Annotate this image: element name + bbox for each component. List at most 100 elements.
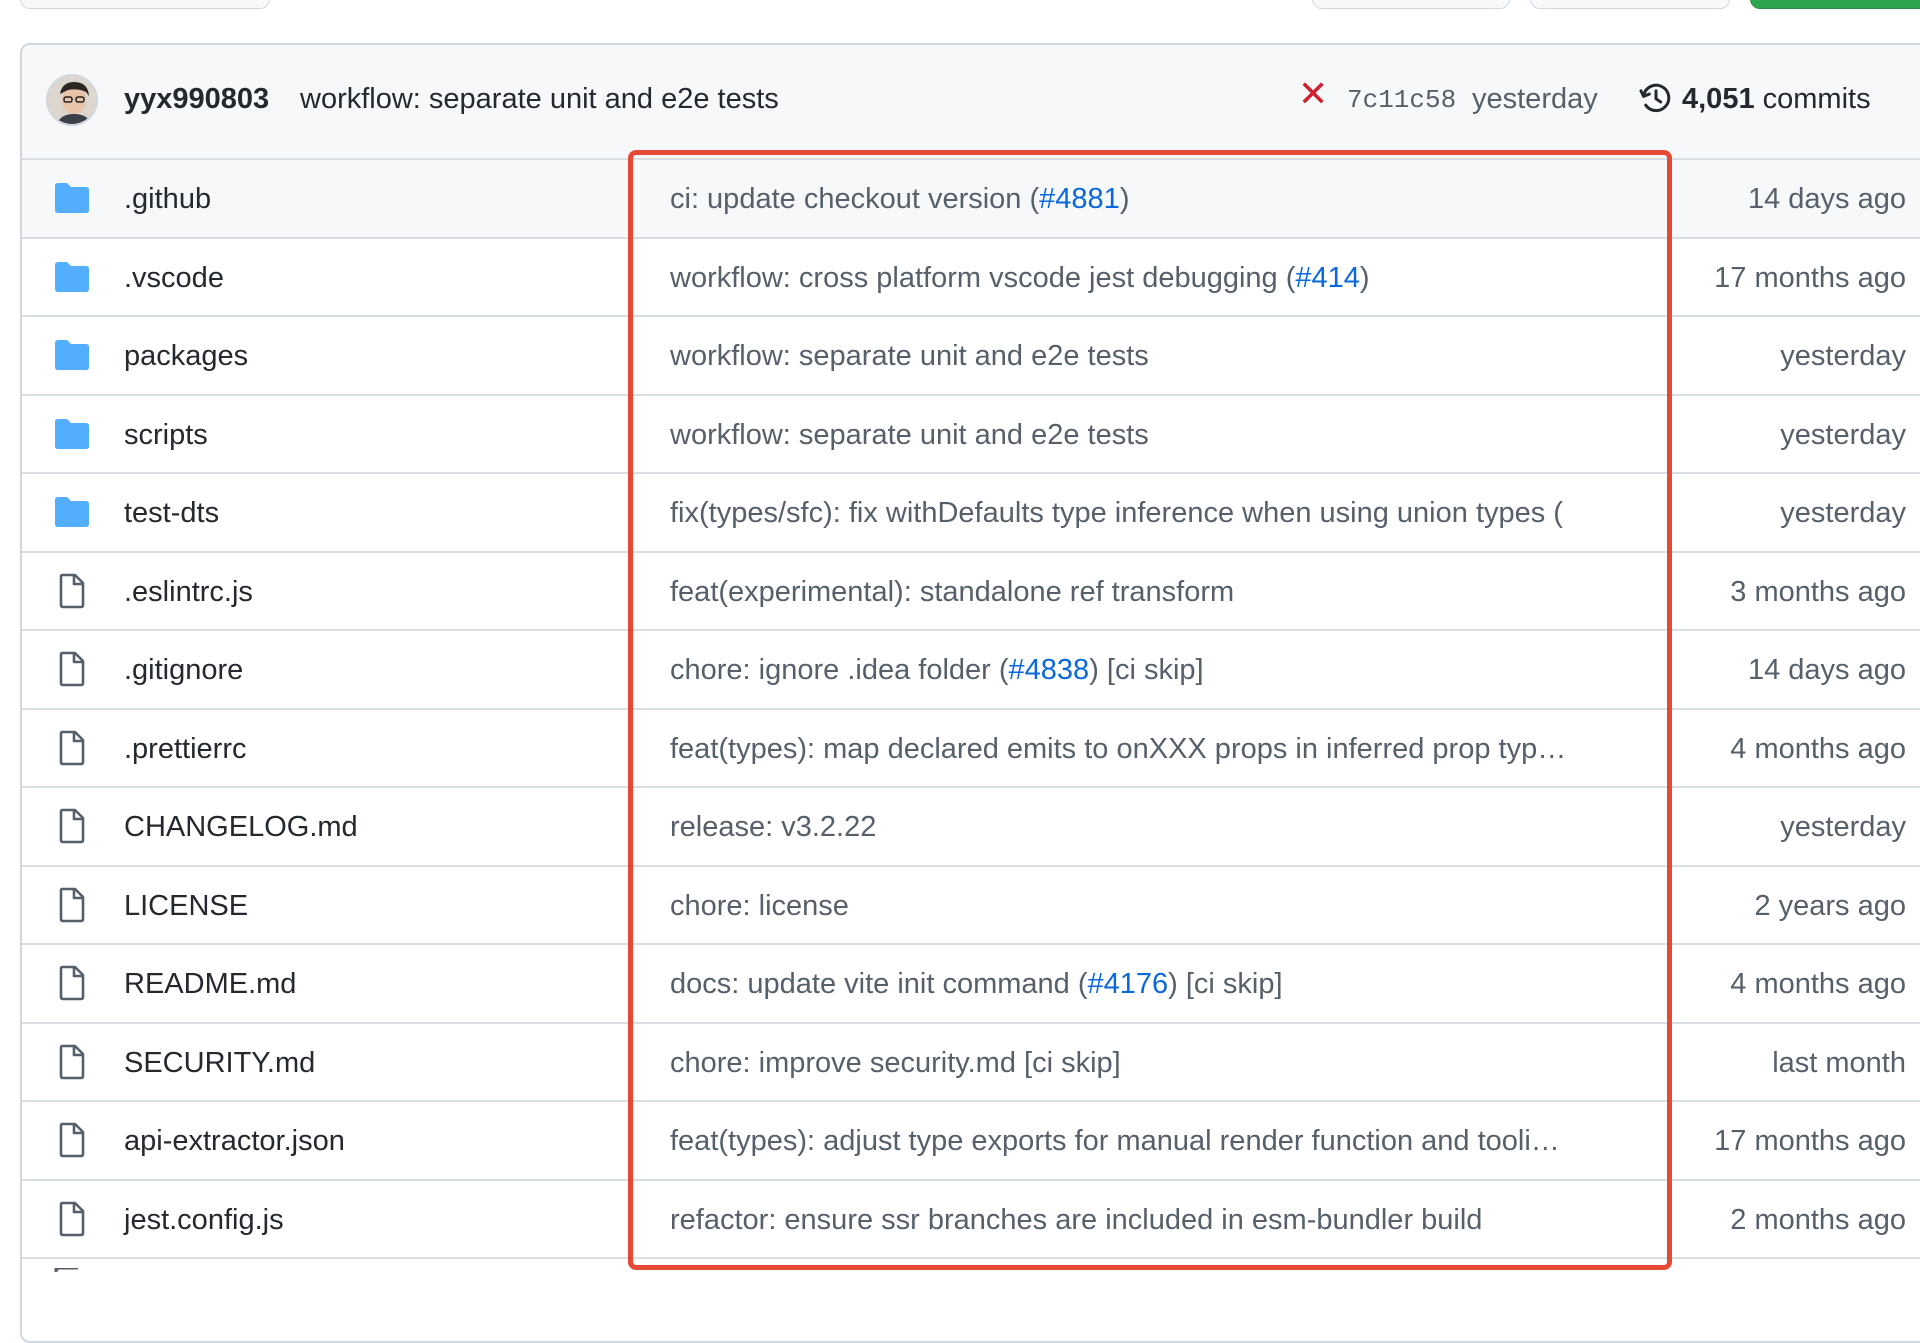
file-icon: [59, 1044, 85, 1079]
file-name-link[interactable]: api-extractor.json: [124, 1125, 345, 1158]
file-list: .github ci: update checkout version (#488…: [22, 160, 1920, 1259]
file-name-link[interactable]: .eslintrc.js: [124, 576, 253, 609]
pull-request-link[interactable]: #414: [1295, 262, 1360, 294]
file-icon: [59, 573, 85, 608]
file-icon: [54, 1268, 78, 1273]
file-row: CHANGELOG.md release: v3.2.22 yesterday: [22, 788, 1920, 867]
pull-request-link[interactable]: #4176: [1087, 968, 1168, 1000]
commit-message-text: refactor: ensure ssr branches are includ…: [670, 1203, 1483, 1236]
file-icon: [59, 730, 85, 765]
commit-age: yesterday: [1780, 811, 1906, 843]
commit-message-link[interactable]: fix(types/sfc): fix withDefaults type in…: [670, 497, 1650, 530]
file-name-link[interactable]: scripts: [124, 419, 208, 452]
commit-age: yesterday: [1780, 418, 1906, 451]
pull-request-link[interactable]: #4838: [1009, 654, 1090, 686]
commit-message-text: chore: improve security.md [ci skip]: [670, 1046, 1121, 1079]
file-row: .vscode workflow: cross platform vscode j…: [22, 238, 1920, 317]
file-name-link[interactable]: .prettierrc: [124, 733, 246, 766]
file-name-link[interactable]: .github: [124, 183, 211, 216]
commit-age: 14 days ago: [1747, 183, 1906, 215]
commit-age: 2 years ago: [1754, 889, 1906, 922]
commit-message-text: feat(experimental): standalone ref trans…: [670, 575, 1235, 608]
commit-message-suffix: ) [ci skip]: [1168, 968, 1283, 1000]
commit-age: last month: [1772, 1046, 1906, 1079]
commit-age: yesterday: [1780, 497, 1906, 529]
commit-age: 14 days ago: [1747, 654, 1906, 686]
commit-message-link[interactable]: workflow: cross platform vscode jest deb…: [670, 262, 1650, 295]
folder-icon: [55, 183, 89, 213]
file-icon: [59, 1201, 85, 1236]
commit-age: 17 months ago: [1714, 1125, 1906, 1157]
file-row: test-dts fix(types/sfc): fix withDefaults…: [22, 474, 1920, 553]
commit-age: 3 months ago: [1730, 575, 1906, 608]
commits-count-link[interactable]: 4,051 commits: [1682, 83, 1871, 116]
file-row: api-extractor.json feat(types): adjust ty…: [22, 1102, 1920, 1181]
commit-message-text: feat(types): adjust type exports for man…: [670, 1125, 1560, 1157]
top-button-add-file[interactable]: [1530, 0, 1730, 9]
commit-message-text: workflow: separate unit and e2e tests: [670, 418, 1149, 451]
x-icon[interactable]: ✕: [1298, 76, 1328, 112]
commit-message-link[interactable]: chore: ignore .idea folder (#4838) [ci s…: [670, 654, 1650, 687]
file-row: jest.config.js refactor: ensure ssr branc…: [22, 1180, 1920, 1259]
file-name-link[interactable]: .vscode: [124, 262, 224, 295]
file-name-link[interactable]: packages: [124, 340, 248, 373]
commit-message-link[interactable]: workflow: separate unit and e2e tests: [300, 83, 779, 116]
commit-message-text: feat(types): map declared emits to onXXX…: [670, 732, 1567, 765]
commit-message-text: workflow: cross platform vscode jest deb…: [670, 261, 1296, 294]
top-button-left[interactable]: [20, 0, 270, 9]
commit-message-link[interactable]: feat(experimental): standalone ref trans…: [670, 576, 1650, 609]
file-icon: [59, 965, 85, 1001]
commit-message-suffix: ): [1359, 261, 1370, 294]
file-row: .prettierrc feat(types): map declared emi…: [22, 709, 1920, 788]
commit-message-link[interactable]: feat(types): map declared emits to onXXX…: [670, 733, 1650, 766]
commit-message-text: ci: update checkout version (: [670, 183, 1040, 215]
commit-message-link[interactable]: workflow: separate unit and e2e tests: [670, 340, 1650, 373]
file-name-link[interactable]: jest.config.js: [124, 1204, 284, 1237]
file-row: packages workflow: separate unit and e2e …: [22, 317, 1920, 396]
file-name-link[interactable]: README.md: [124, 968, 296, 1001]
folder-icon: [55, 418, 89, 449]
file-browser: yyx990803 workflow: separate unit and e2…: [20, 43, 1920, 1343]
author-avatar[interactable]: [46, 74, 98, 126]
commit-message-link[interactable]: docs: update vite init command (#4176) […: [670, 968, 1650, 1001]
file-name-link[interactable]: CHANGELOG.md: [124, 811, 358, 844]
file-icon: [59, 651, 85, 687]
file-row: SECURITY.md chore: improve security.md [c…: [22, 1023, 1920, 1102]
top-button-go-to-file[interactable]: [1312, 0, 1510, 9]
commit-time: yesterday: [1472, 83, 1598, 115]
commit-message-text: fix(types/sfc): fix withDefaults type in…: [670, 497, 1563, 529]
file-row: scripts workflow: separate unit and e2e t…: [22, 395, 1920, 474]
commits-label: commits: [1762, 83, 1871, 115]
file-name-link[interactable]: test-dts: [124, 497, 219, 530]
commit-message-text: chore: license: [670, 889, 849, 922]
history-icon: [1639, 83, 1671, 113]
partial-next-row: [20, 1268, 1920, 1287]
commit-message-link[interactable]: chore: license: [670, 890, 1650, 923]
commit-message-link[interactable]: release: v3.2.22: [670, 811, 1650, 844]
commit-age: yesterday: [1780, 340, 1906, 372]
commit-message-link[interactable]: feat(types): adjust type exports for man…: [670, 1125, 1650, 1158]
commit-age: 4 months ago: [1730, 968, 1906, 1000]
latest-commit-bar: yyx990803 workflow: separate unit and e2…: [22, 45, 1920, 160]
commit-message-suffix: ) [ci skip]: [1089, 654, 1204, 686]
commit-message-link[interactable]: ci: update checkout version (#4881): [670, 183, 1650, 216]
commit-message-link[interactable]: chore: improve security.md [ci skip]: [670, 1047, 1650, 1080]
commit-sha-link[interactable]: 7c11c58: [1347, 85, 1456, 115]
pull-request-link[interactable]: #4881: [1039, 183, 1120, 215]
commit-message-text: docs: update vite init command (: [670, 968, 1088, 1000]
file-row: LICENSE chore: license 2 years ago: [22, 866, 1920, 945]
commit-message-link[interactable]: workflow: separate unit and e2e tests: [670, 419, 1650, 452]
file-name-link[interactable]: SECURITY.md: [124, 1047, 315, 1080]
commit-message-text: release: v3.2.22: [670, 811, 877, 843]
commit-age: 2 months ago: [1730, 1203, 1906, 1236]
commit-message-link[interactable]: refactor: ensure ssr branches are includ…: [670, 1204, 1650, 1237]
file-name-link[interactable]: LICENSE: [124, 890, 248, 923]
commit-message-text: chore: ignore .idea folder (: [670, 654, 1009, 686]
commit-message-text: workflow: separate unit and e2e tests: [670, 340, 1149, 372]
folder-icon: [55, 261, 89, 292]
file-icon: [59, 1122, 85, 1158]
file-name-link[interactable]: .gitignore: [124, 654, 243, 687]
commit-age: 17 months ago: [1714, 261, 1906, 294]
commit-author-link[interactable]: yyx990803: [124, 83, 269, 116]
code-button[interactable]: [1750, 0, 1920, 9]
